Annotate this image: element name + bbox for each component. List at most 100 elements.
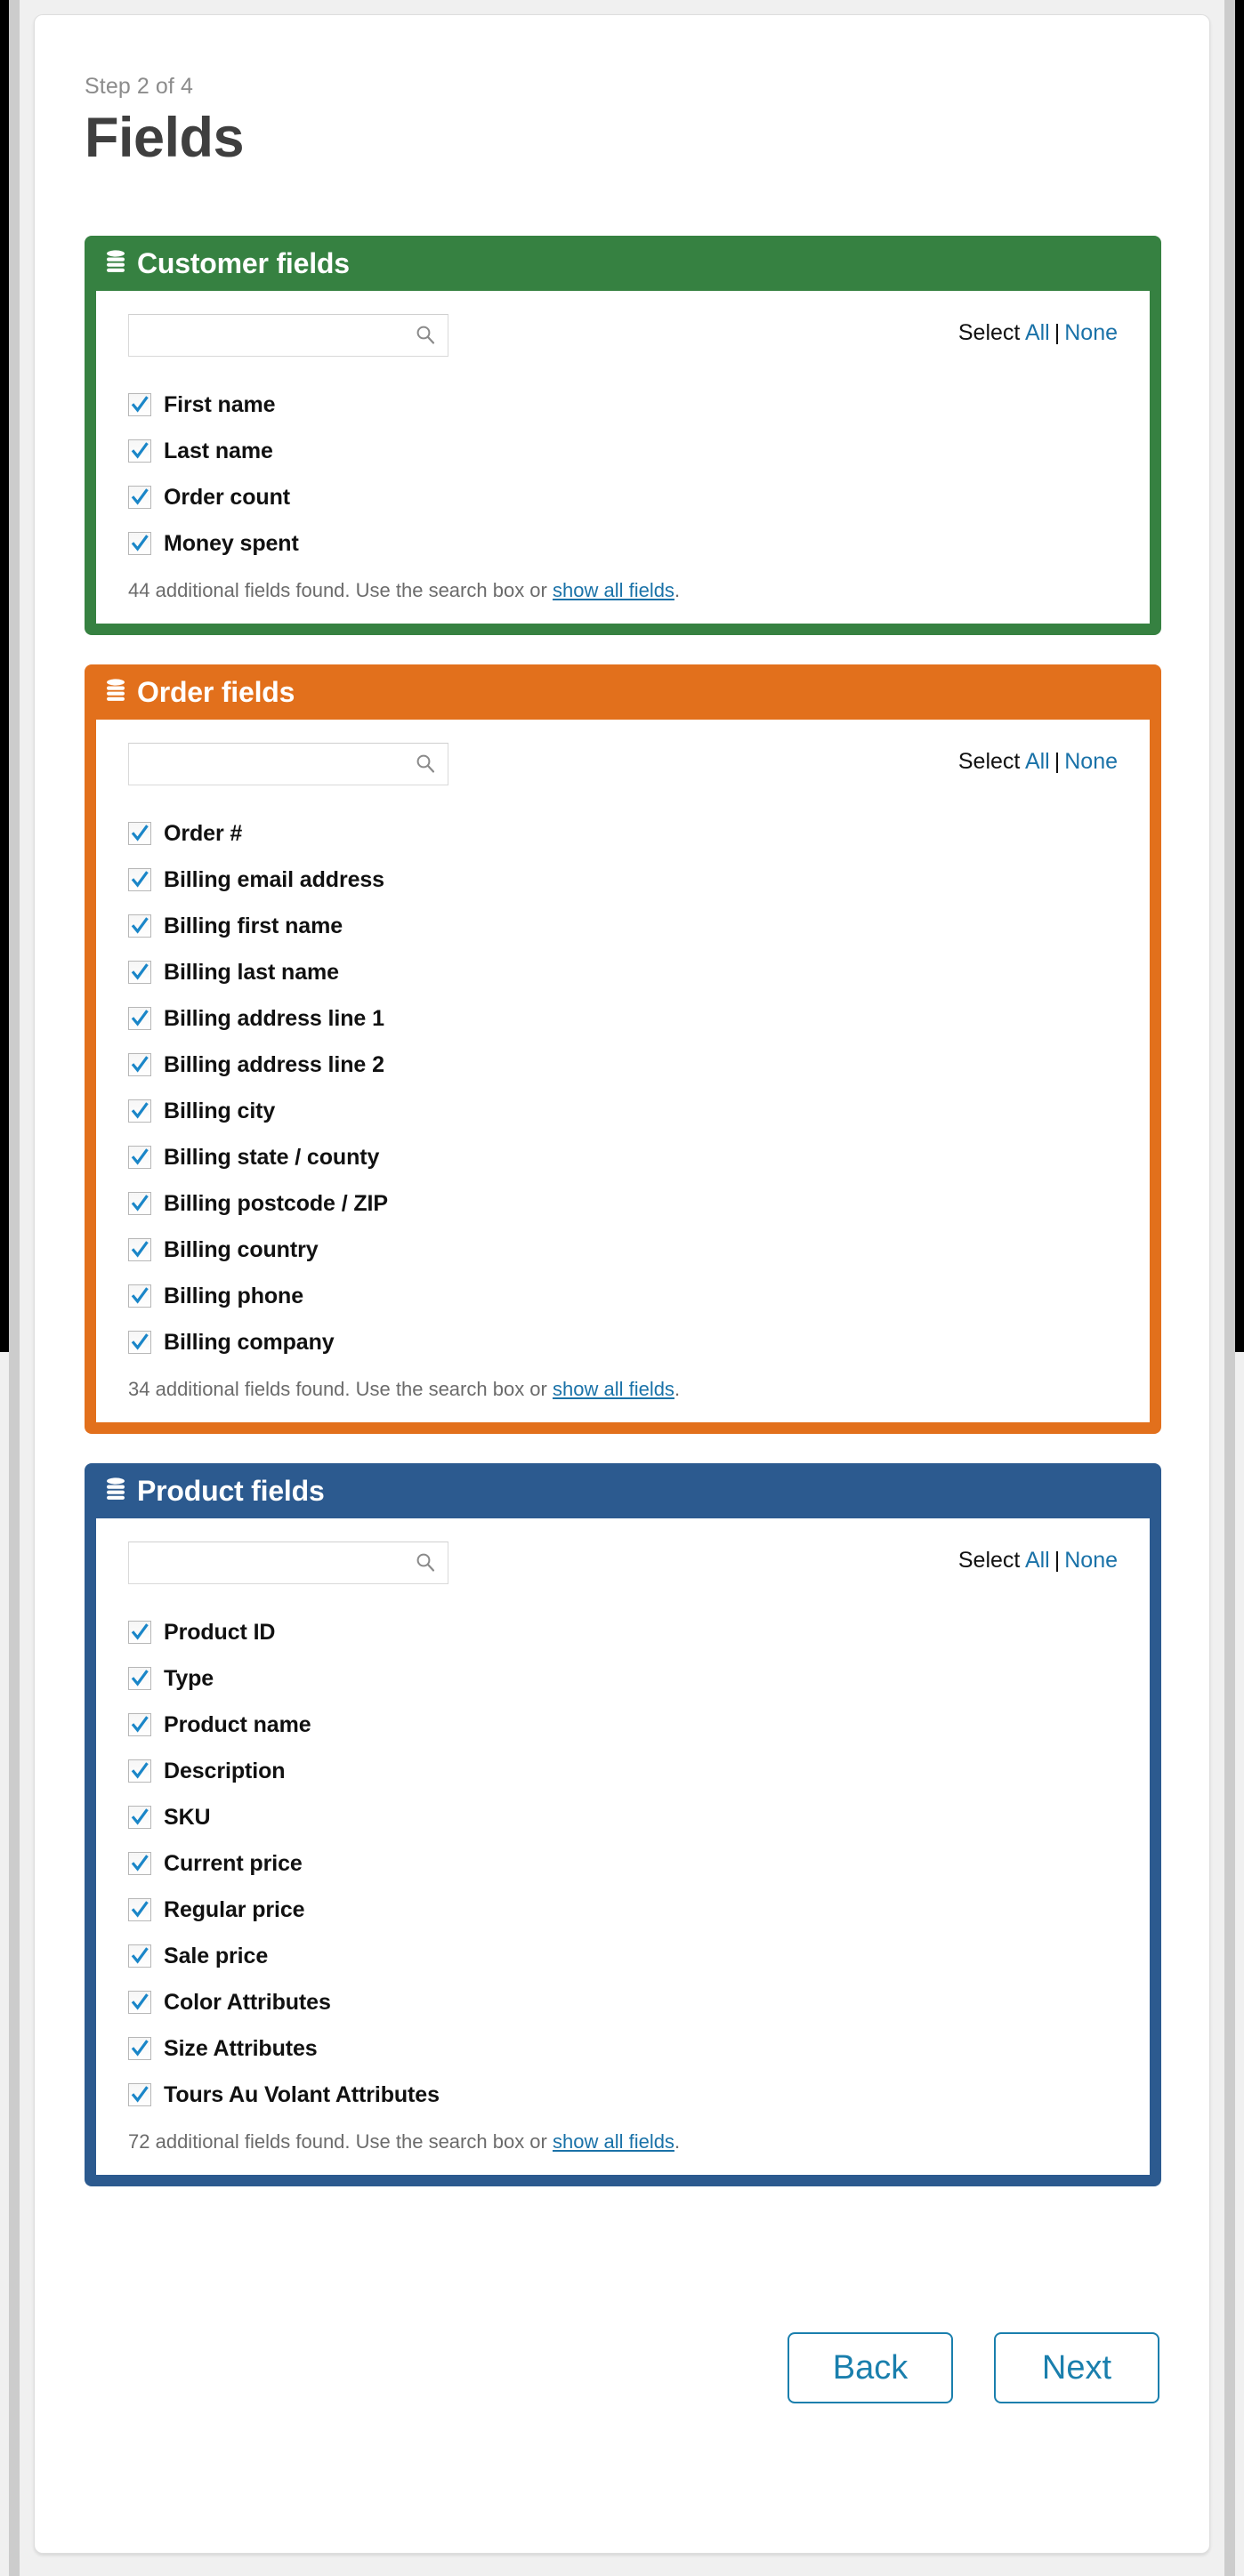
additional-fields-text: additional fields found. Use the search … xyxy=(149,579,553,601)
field-row[interactable]: Billing country xyxy=(128,1227,1118,1273)
checkmark-icon xyxy=(131,1670,149,1686)
field-row[interactable]: Product name xyxy=(128,1702,1118,1748)
field-label: Billing company xyxy=(164,1329,335,1355)
field-row[interactable]: Billing address line 1 xyxy=(128,995,1118,1042)
select-controls: Select All | None xyxy=(958,314,1118,346)
field-checkbox[interactable] xyxy=(128,961,151,984)
field-row[interactable]: Billing phone xyxy=(128,1273,1118,1319)
field-checkbox[interactable] xyxy=(128,486,151,509)
field-checkbox[interactable] xyxy=(128,1099,151,1123)
field-checkbox[interactable] xyxy=(128,1898,151,1921)
database-icon-svg xyxy=(107,679,125,701)
field-row[interactable]: Type xyxy=(128,1655,1118,1702)
field-row[interactable]: Billing company xyxy=(128,1319,1118,1365)
field-checkbox[interactable] xyxy=(128,868,151,891)
page-scrollbar-left[interactable] xyxy=(9,0,20,2576)
select-none-link[interactable]: None xyxy=(1064,749,1118,774)
field-label: First name xyxy=(164,391,276,417)
field-row[interactable]: Tours Au Volant Attributes xyxy=(128,2072,1118,2118)
field-row[interactable]: Billing email address xyxy=(128,857,1118,903)
select-none-link[interactable]: None xyxy=(1064,1548,1118,1573)
field-checkbox[interactable] xyxy=(128,1192,151,1215)
field-row[interactable]: Order # xyxy=(128,810,1118,857)
field-label: Billing phone xyxy=(164,1283,304,1308)
field-checkbox[interactable] xyxy=(128,1331,151,1354)
field-row[interactable]: Current price xyxy=(128,1840,1118,1887)
field-checkbox[interactable] xyxy=(128,1806,151,1829)
field-checkbox[interactable] xyxy=(128,1007,151,1030)
back-button[interactable]: Back xyxy=(788,2332,953,2403)
checkmark-icon xyxy=(131,2086,149,2103)
select-all-link[interactable]: All xyxy=(1025,749,1050,774)
viewport-edge-right xyxy=(1235,0,1244,1352)
field-checkbox[interactable] xyxy=(128,2037,151,2060)
next-button[interactable]: Next xyxy=(994,2332,1159,2403)
field-checkbox[interactable] xyxy=(128,1284,151,1308)
field-checkbox[interactable] xyxy=(128,2083,151,2106)
database-icon-svg xyxy=(107,250,125,272)
checkmark-icon xyxy=(131,917,149,934)
field-list: First name Last name Order count Money spen… xyxy=(128,382,1118,567)
show-all-fields-link[interactable]: show all fields xyxy=(553,2130,675,2153)
field-checkbox[interactable] xyxy=(128,1621,151,1644)
select-none-link[interactable]: None xyxy=(1064,320,1118,345)
checkmark-icon xyxy=(131,1241,149,1258)
additional-fields-note: 34 additional fields found. Use the sear… xyxy=(128,1378,1118,1401)
additional-fields-count: 72 xyxy=(128,2130,150,2153)
field-row[interactable]: Billing city xyxy=(128,1088,1118,1134)
search-input[interactable] xyxy=(128,1542,448,1584)
show-all-fields-link[interactable]: show all fields xyxy=(553,1378,675,1400)
field-checkbox[interactable] xyxy=(128,914,151,938)
field-label: Product ID xyxy=(164,1619,276,1645)
field-checkbox[interactable] xyxy=(128,1667,151,1690)
database-icon xyxy=(105,1477,126,1504)
field-row[interactable]: First name xyxy=(128,382,1118,428)
field-checkbox[interactable] xyxy=(128,822,151,845)
field-list: Product ID Type Product name Description SKU… xyxy=(128,1609,1118,2118)
field-checkbox[interactable] xyxy=(128,1146,151,1169)
field-row[interactable]: Billing first name xyxy=(128,903,1118,949)
field-panels: Customer fields Select All | None First name… xyxy=(85,236,1161,2216)
field-checkbox[interactable] xyxy=(128,532,151,555)
field-checkbox[interactable] xyxy=(128,439,151,463)
page-title: Fields xyxy=(85,107,245,169)
field-row[interactable]: Last name xyxy=(128,428,1118,474)
field-row[interactable]: Product ID xyxy=(128,1609,1118,1655)
search-input[interactable] xyxy=(128,743,448,785)
field-row[interactable]: Color Attributes xyxy=(128,1979,1118,2025)
field-checkbox[interactable] xyxy=(128,1713,151,1736)
checkmark-icon xyxy=(131,1287,149,1304)
page-scrollbar-right[interactable] xyxy=(1224,0,1235,2576)
field-row[interactable]: Billing last name xyxy=(128,949,1118,995)
field-label: Billing first name xyxy=(164,913,343,938)
search-input[interactable] xyxy=(128,314,448,357)
field-label: Type xyxy=(164,1665,214,1691)
field-row[interactable]: Billing postcode / ZIP xyxy=(128,1180,1118,1227)
field-checkbox[interactable] xyxy=(128,393,151,416)
field-row[interactable]: Description xyxy=(128,1748,1118,1794)
field-row[interactable]: Sale price xyxy=(128,1933,1118,1979)
additional-fields-text: additional fields found. Use the search … xyxy=(149,1378,553,1400)
database-icon xyxy=(105,250,126,277)
field-row[interactable]: Money spent xyxy=(128,520,1118,567)
select-all-link[interactable]: All xyxy=(1025,320,1050,345)
field-row[interactable]: Billing state / county xyxy=(128,1134,1118,1180)
field-row[interactable]: SKU xyxy=(128,1794,1118,1840)
field-row[interactable]: Order count xyxy=(128,474,1118,520)
show-all-fields-link[interactable]: show all fields xyxy=(553,579,675,601)
field-label: Order count xyxy=(164,484,290,510)
field-checkbox[interactable] xyxy=(128,1759,151,1783)
checkmark-icon xyxy=(131,535,149,551)
field-checkbox[interactable] xyxy=(128,1852,151,1875)
field-checkbox[interactable] xyxy=(128,1238,151,1261)
field-checkbox[interactable] xyxy=(128,1053,151,1076)
field-label: Current price xyxy=(164,1850,303,1876)
field-row[interactable]: Size Attributes xyxy=(128,2025,1118,2072)
field-checkbox[interactable] xyxy=(128,1944,151,1968)
field-checkbox[interactable] xyxy=(128,1991,151,2014)
field-row[interactable]: Regular price xyxy=(128,1887,1118,1933)
field-row[interactable]: Billing address line 2 xyxy=(128,1042,1118,1088)
panel-customer-fields: Customer fields Select All | None First name… xyxy=(85,236,1161,635)
select-all-link[interactable]: All xyxy=(1025,1548,1050,1573)
select-prefix: Select xyxy=(957,1548,1021,1573)
